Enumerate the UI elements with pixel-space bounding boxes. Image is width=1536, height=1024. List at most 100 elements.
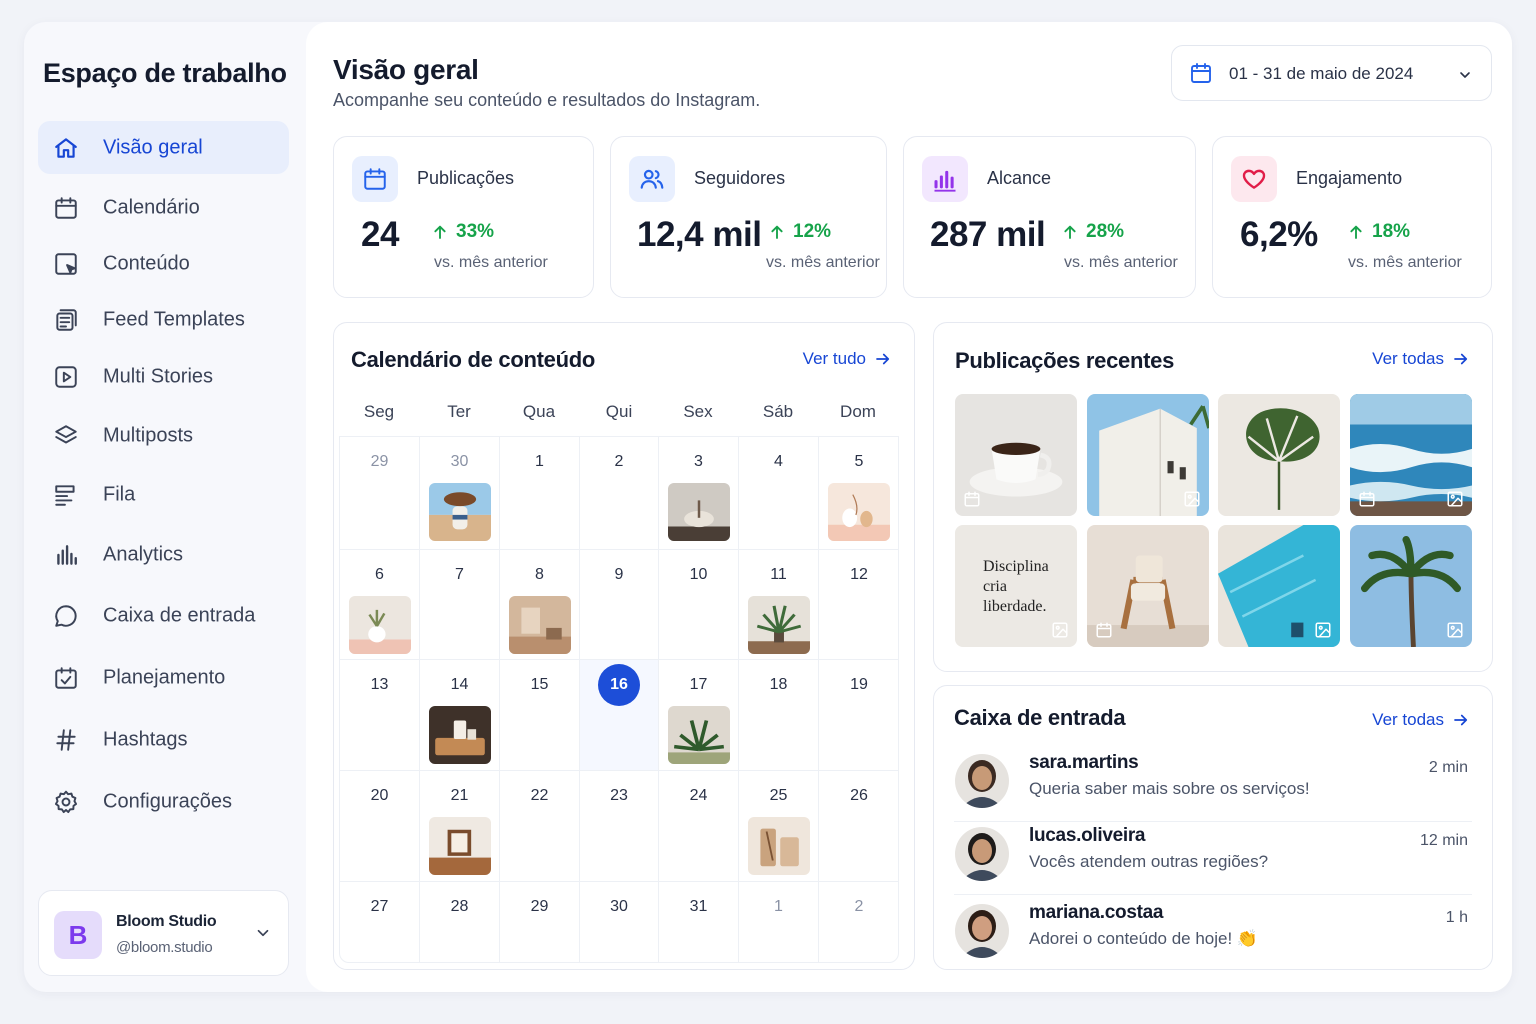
recent-post-wooden-chair[interactable]	[1087, 525, 1209, 647]
sidebar-item-label: Fila	[103, 483, 136, 505]
sidebar-item-analytics[interactable]: Analytics	[38, 528, 289, 581]
sidebar-item-fila[interactable]: Fila	[38, 468, 289, 521]
message-username: lucas.oliveira	[1029, 825, 1146, 846]
weekday-label: Dom	[840, 402, 876, 421]
calendar-day[interactable]: 28	[420, 882, 500, 963]
recent-posts-title: Publicações recentes	[955, 348, 1175, 373]
calendar-day[interactable]: 19	[819, 660, 899, 771]
calendar-day[interactable]: 9	[580, 550, 659, 660]
day-number: 29	[370, 453, 389, 470]
day-number: 7	[455, 566, 464, 583]
gear-icon	[52, 788, 80, 816]
calendar-day[interactable]: 30	[420, 437, 500, 550]
recent-post-ocean-waves[interactable]	[1350, 394, 1472, 516]
calendar-day[interactable]: 17	[659, 660, 739, 771]
calendar-day[interactable]: 21	[420, 771, 500, 882]
sidebar-item-multi-stories[interactable]: Multi Stories	[38, 350, 289, 403]
calendar-day[interactable]: 14	[420, 660, 500, 771]
calendar-day[interactable]: 13	[340, 660, 420, 771]
stat-delta: 33%	[432, 221, 494, 243]
inbox-message[interactable]: mariana.costaa Adorei o conteúdo de hoje…	[954, 900, 1472, 972]
calendar-day[interactable]: 7	[420, 550, 500, 660]
see-all-inbox-link[interactable]: Ver todas	[1372, 710, 1470, 730]
calendar-day[interactable]: 1	[739, 882, 819, 963]
sidebar-item-feed-templates[interactable]: Feed Templates	[38, 293, 289, 346]
scheduled-post-thumbnail[interactable]	[828, 483, 890, 541]
stat-delta-value: 28%	[1086, 221, 1125, 242]
calendar-day[interactable]: 11	[739, 550, 819, 660]
calendar-day[interactable]: 5	[819, 437, 899, 550]
profile-switcher[interactable]: B Bloom Studio @bloom.studio	[38, 890, 289, 976]
sidebar-item-multiposts[interactable]: Multiposts	[38, 409, 289, 462]
day-number: 5	[854, 453, 864, 470]
message-time: 12 min	[1419, 832, 1468, 849]
sidebar-item-hashtags[interactable]: Hashtags	[38, 713, 289, 766]
date-range-picker[interactable]: 01 - 31 de maio de 2024	[1171, 45, 1492, 101]
scheduled-post-thumbnail[interactable]	[429, 817, 491, 875]
scheduled-badge-icon	[1094, 620, 1114, 640]
stat-label: Publicações	[417, 168, 515, 188]
sidebar-item-calendario[interactable]: Calendário	[38, 181, 289, 234]
calendar-day[interactable]: 23	[580, 771, 659, 882]
page-subtitle: Acompanhe seu conteúdo e resultados do I…	[333, 90, 761, 110]
sidebar-item-planejamento[interactable]: Planejamento	[38, 651, 289, 704]
calendar-day[interactable]: 18	[739, 660, 819, 771]
recent-post-monstera-leaf[interactable]	[1218, 394, 1340, 516]
scheduled-post-thumbnail[interactable]	[429, 483, 491, 541]
calendar-day[interactable]: 25	[739, 771, 819, 882]
stat-value: 24	[361, 215, 399, 254]
scheduled-post-thumbnail[interactable]	[349, 596, 411, 654]
sidebar-item-configuracoes[interactable]: Configurações	[38, 775, 289, 828]
day-number: 27	[370, 898, 389, 915]
recent-post-palm-tree[interactable]	[1350, 525, 1472, 647]
sidebar: Espaço de trabalho Visão geral Calendário…	[24, 22, 306, 992]
scheduled-post-thumbnail[interactable]	[668, 706, 730, 764]
calendar-day[interactable]: 29	[500, 882, 580, 963]
calendar-grid: 29 30 1 2 3 4 5 6 7 8 9 10 11 12 13 14 15 16 17 18 19 20 21 22 2…	[339, 436, 899, 963]
recent-post-white-building[interactable]	[1087, 394, 1209, 516]
calendar-day[interactable]: 12	[819, 550, 899, 660]
recent-post-quote-card[interactable]: Disciplina cria liberdade.	[955, 525, 1077, 647]
calendar-day[interactable]: 6	[340, 550, 420, 660]
calendar-day[interactable]: 2	[580, 437, 659, 550]
image-badge-icon	[1050, 620, 1070, 640]
stat-label: Engajamento	[1296, 168, 1403, 188]
see-all-calendar-link[interactable]: Ver tudo	[803, 349, 892, 369]
calendar-day[interactable]: 3	[659, 437, 739, 550]
calendar-day[interactable]: 8	[500, 550, 580, 660]
avatar: B	[54, 911, 102, 959]
calendar-day[interactable]: 27	[340, 882, 420, 963]
sidebar-item-conteudo[interactable]: Conteúdo	[38, 237, 289, 290]
sidebar-item-visao-geral[interactable]: Visão geral	[38, 121, 289, 174]
calendar-day[interactable]: 10	[659, 550, 739, 660]
calendar-day[interactable]: 1	[500, 437, 580, 550]
calendar-day[interactable]: 22	[500, 771, 580, 882]
weekday-label: Sáb	[762, 402, 794, 421]
sidebar-item-label: Multi Stories	[103, 365, 214, 387]
scheduled-post-thumbnail[interactable]	[748, 817, 810, 875]
recent-post-pool[interactable]	[1218, 525, 1340, 647]
calendar-day[interactable]: 20	[340, 771, 420, 882]
calendar-day[interactable]: 29	[340, 437, 420, 550]
inbox-message[interactable]: lucas.oliveira Vocês atendem outras regi…	[954, 823, 1472, 895]
calendar-day[interactable]: 15	[500, 660, 580, 771]
day-number: 6	[375, 566, 384, 583]
sidebar-item-caixa-de-entrada[interactable]: Caixa de entrada	[38, 589, 289, 642]
day-number: 18	[769, 676, 788, 693]
scheduled-post-thumbnail[interactable]	[429, 706, 491, 764]
recent-post-coffee-cup[interactable]	[955, 394, 1077, 516]
stat-delta: 12%	[769, 221, 831, 243]
calendar-day[interactable]: 4	[739, 437, 819, 550]
scheduled-post-thumbnail[interactable]	[509, 596, 571, 654]
calendar-day[interactable]: 24	[659, 771, 739, 882]
calendar-day-today[interactable]: 16	[580, 660, 659, 771]
calendar-day[interactable]: 2	[819, 882, 899, 963]
calendar-day[interactable]: 26	[819, 771, 899, 882]
see-all-posts-link[interactable]: Ver todas	[1372, 349, 1470, 369]
scheduled-post-thumbnail[interactable]	[668, 483, 730, 541]
calendar-day[interactable]: 31	[659, 882, 739, 963]
inbox-message[interactable]: sara.martins Queria saber mais sobre os …	[954, 750, 1472, 822]
calendar-day[interactable]: 30	[580, 882, 659, 963]
scheduled-post-thumbnail[interactable]	[748, 596, 810, 654]
stat-delta-value: 33%	[456, 221, 495, 242]
